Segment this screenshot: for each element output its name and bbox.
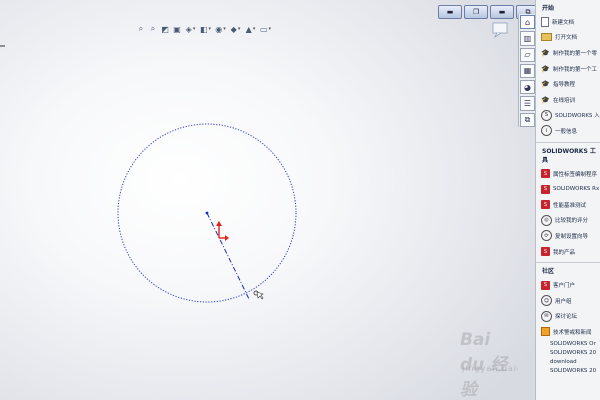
performance-benchmark-link[interactable]: S 性能基准测试 bbox=[536, 197, 600, 213]
tutorials-link[interactable]: 🎓 指导教程 bbox=[536, 76, 600, 92]
tech-alerts-news-link[interactable]: 技术警戒和新闻 bbox=[536, 324, 600, 340]
getting-started-link[interactable]: SSOLIDWORKS 入门 bbox=[536, 108, 600, 124]
section-community-title: 社区 bbox=[542, 268, 555, 276]
forum-icon[interactable]: ⧉ bbox=[520, 112, 535, 127]
customer-portal-link[interactable]: S 客户门户 bbox=[536, 277, 600, 293]
discussion-forum-link[interactable]: ✉ 探讨论坛 bbox=[536, 309, 600, 325]
solidworks-logo-icon: S bbox=[541, 109, 552, 121]
property-tab-builder-link[interactable]: S 属性标签编制程序 bbox=[536, 166, 600, 182]
first-part-tutorial-link[interactable]: 🎓 制作我的第一个零 bbox=[536, 45, 600, 61]
customer-portal-icon: S bbox=[541, 280, 550, 290]
minimize-app-button[interactable]: ▬ bbox=[490, 5, 514, 19]
rss-feed-item[interactable]: SOLIDWORKS 20 bbox=[550, 349, 600, 358]
graduation-cap-icon: 🎓 bbox=[541, 48, 550, 57]
taskpane-tab-strip: ⌂ ▥ ▱ ▦ ◕ ☰ ⧉ bbox=[518, 14, 536, 127]
info-icon: i bbox=[541, 125, 552, 137]
my-products-icon: S bbox=[541, 247, 550, 257]
display-style-icon[interactable]: ◧ ▾ bbox=[199, 24, 212, 34]
section-start-title: 开始 bbox=[542, 5, 555, 12]
my-products-link[interactable]: S 我的产品 bbox=[536, 244, 600, 260]
view-palette-icon[interactable]: ▦ bbox=[520, 63, 535, 79]
first-assembly-tutorial-link[interactable]: 🎓 制作我的第一个工 bbox=[536, 61, 600, 77]
solidworks-tool-icon: S bbox=[541, 169, 550, 179]
general-info-link[interactable]: i 一般信息 bbox=[536, 123, 600, 139]
apply-scene-icon[interactable]: ▲ ▾ bbox=[244, 24, 257, 34]
open-folder-icon bbox=[541, 33, 552, 42]
user-group-icon: ☺ bbox=[541, 295, 552, 307]
graphics-area[interactable]: ⌕ ⌕ ◩ ▣ ◈ ▾ ◧ ▾ ◉ ▾ ◆ ▾ ▲ ▾ ▭ ▾ Bai du 经验 jing… bbox=[0, 0, 518, 400]
edit-appearance-icon[interactable]: ◆ ▾ bbox=[229, 24, 242, 34]
restore-button[interactable]: ❐ bbox=[464, 5, 488, 19]
sketch-canvas[interactable] bbox=[0, 0, 518, 400]
zoom-to-fit-icon[interactable]: ⌕ bbox=[136, 24, 146, 34]
design-library-icon[interactable]: ▥ bbox=[520, 31, 535, 46]
new-document-link[interactable]: 新建文档 bbox=[536, 14, 600, 30]
home-icon[interactable]: ⌂ bbox=[520, 15, 535, 30]
heads-up-view-toolbar: ⌕ ⌕ ◩ ▣ ◈ ▾ ◧ ▾ ◉ ▾ ◆ ▾ ▲ ▾ ▭ ▾ bbox=[136, 22, 272, 36]
minimize-button[interactable]: ▬ bbox=[438, 5, 462, 19]
appearances-icon[interactable]: ◕ bbox=[520, 80, 535, 95]
graduation-cap-icon: 🎓 bbox=[541, 80, 550, 89]
zoom-area-icon[interactable]: ⌕ bbox=[148, 24, 158, 34]
previous-view-icon[interactable]: ◩ bbox=[160, 24, 170, 34]
solidworks-rx-link[interactable]: S SOLIDWORKS Rx bbox=[536, 181, 600, 197]
compare-score-icon: ◎ bbox=[541, 214, 552, 226]
rss-feed-item[interactable]: SOLIDWORKS Or bbox=[550, 340, 600, 349]
rss-feed-item[interactable]: download bbox=[550, 358, 600, 367]
rss-icon bbox=[541, 327, 550, 337]
compare-score-link[interactable]: ◎ 比较我的评分 bbox=[536, 213, 600, 229]
view-settings-icon[interactable]: ▭ ▾ bbox=[259, 24, 272, 34]
new-document-icon bbox=[541, 16, 549, 27]
graduation-cap-icon: 🎓 bbox=[541, 95, 550, 104]
user-group-link[interactable]: ☺ 用户组 bbox=[536, 293, 600, 309]
sketch-origin-icon bbox=[216, 221, 229, 241]
rss-feed-list: SOLIDWORKS Or SOLIDWORKS 20 download SOL… bbox=[536, 340, 600, 376]
open-document-link[interactable]: 打开文档 bbox=[536, 30, 600, 46]
solidworks-tool-icon: S bbox=[541, 184, 550, 194]
custom-properties-icon[interactable]: ☰ bbox=[520, 96, 535, 111]
copy-settings-wizard-link[interactable]: ⟳ 复制设置向导 bbox=[536, 228, 600, 244]
online-training-link[interactable]: 🎓 在线培训 bbox=[536, 92, 600, 108]
construction-centerline[interactable] bbox=[206, 212, 250, 300]
forum-icon: ✉ bbox=[541, 310, 552, 322]
graduation-cap-icon: 🎓 bbox=[541, 64, 550, 73]
section-view-icon[interactable]: ▣ bbox=[172, 24, 182, 34]
watermark-sub: jingyan.baidu.com bbox=[462, 364, 518, 373]
solidworks-tool-icon: S bbox=[541, 200, 550, 210]
mouse-cursor-icon bbox=[253, 290, 264, 300]
rss-feed-item[interactable]: SOLIDWORKS 20 bbox=[550, 367, 600, 376]
view-orientation-icon[interactable]: ◈ ▾ bbox=[184, 24, 197, 34]
file-explorer-icon[interactable]: ▱ bbox=[520, 47, 535, 62]
section-tools-title: SOLIDWORKS 工具 bbox=[542, 147, 596, 164]
hide-show-icon[interactable]: ◉ ▾ bbox=[214, 24, 227, 34]
view-cube-icon[interactable] bbox=[491, 21, 513, 39]
task-pane: 开始 新建文档 打开文档 🎓 制作我的第一个零 🎓 制作我的第一个工 🎓 指导教程 🎓… bbox=[535, 0, 600, 400]
copy-settings-icon: ⟳ bbox=[541, 230, 552, 242]
